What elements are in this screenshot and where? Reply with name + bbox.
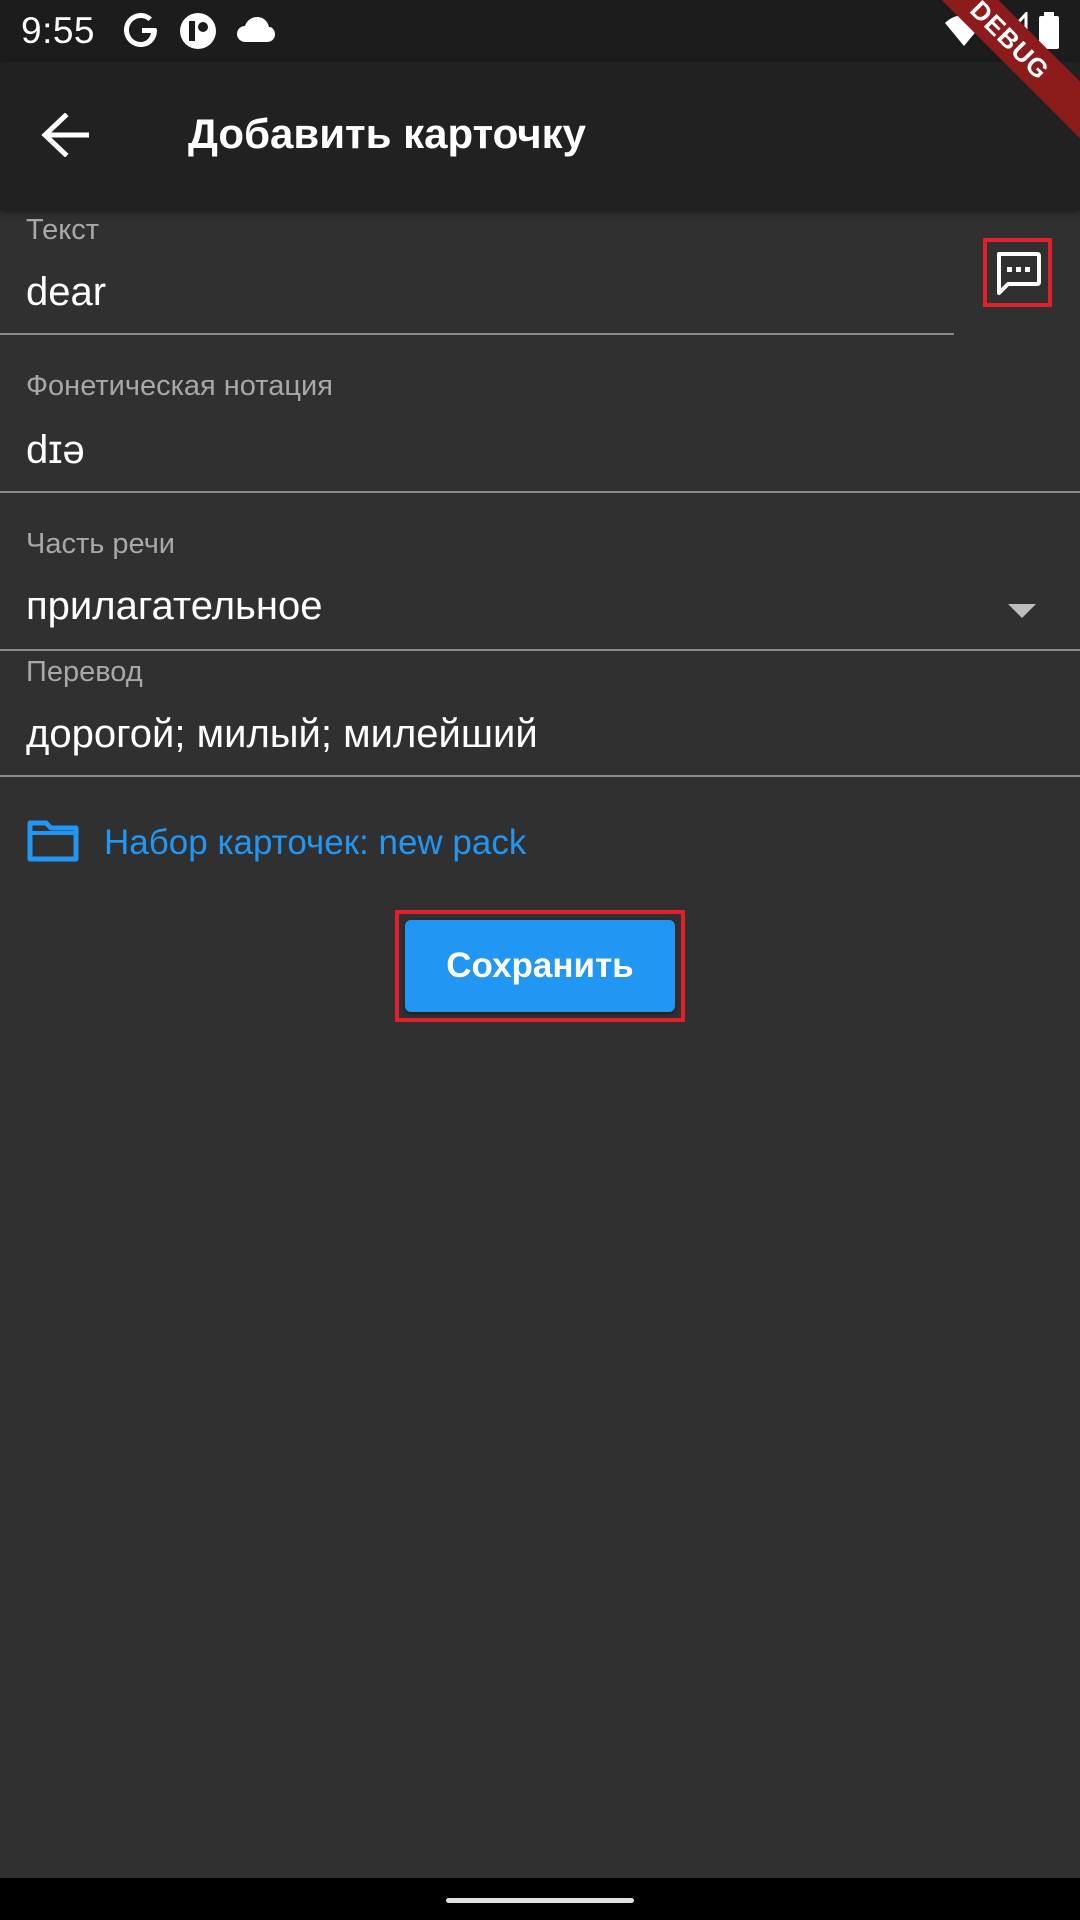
chevron-down-icon <box>1008 604 1036 618</box>
save-button[interactable]: Сохранить <box>405 920 675 1012</box>
translation-field-value[interactable]: дорогой; милый; милейший <box>26 712 538 757</box>
page-title: Добавить карточку <box>188 110 586 157</box>
phonetic-field-value[interactable]: dɪə <box>26 428 85 473</box>
back-button[interactable] <box>30 102 100 172</box>
phonetic-field-label: Фонетическая нотация <box>26 370 333 402</box>
home-gesture-handle[interactable] <box>446 1898 634 1903</box>
text-field[interactable]: Текст dear <box>0 210 955 336</box>
part-of-speech-label: Часть речи <box>26 528 176 560</box>
message-dots-icon <box>994 250 1042 303</box>
cloud-icon <box>236 16 276 49</box>
text-field-value[interactable]: dear <box>26 270 106 315</box>
text-field-underline <box>0 333 954 335</box>
translation-field-underline <box>0 775 1080 777</box>
part-of-speech-underline <box>0 649 1080 651</box>
pack-label[interactable]: Набор карточек: new pack <box>104 823 526 863</box>
part-of-speech-dropdown[interactable]: Часть речи прилагательное <box>0 526 1080 652</box>
status-bar: 9:55 <box>0 0 1080 62</box>
app-bar: Добавить карточку <box>0 62 1080 210</box>
google-icon <box>122 10 160 55</box>
arrow-left-icon <box>41 111 90 162</box>
screen: 9:55 DEBUG Добавить карточку Текст dear … <box>0 0 1080 1920</box>
phonetic-field-underline <box>0 491 1080 493</box>
status-time: 9:55 <box>21 10 96 51</box>
translation-field[interactable]: Перевод дорогой; милый; милейший <box>0 652 1080 778</box>
phonetic-field[interactable]: Фонетическая нотация dɪə <box>0 368 1080 494</box>
navigation-bar <box>0 1878 1080 1920</box>
folder-icon <box>26 819 80 868</box>
part-of-speech-value[interactable]: прилагательное <box>26 584 322 629</box>
text-field-label: Текст <box>26 214 100 246</box>
examples-button[interactable] <box>983 238 1052 307</box>
pack-selector[interactable]: Набор карточек: new pack <box>26 815 526 871</box>
translation-field-label: Перевод <box>26 656 143 688</box>
app-icon <box>178 11 218 56</box>
